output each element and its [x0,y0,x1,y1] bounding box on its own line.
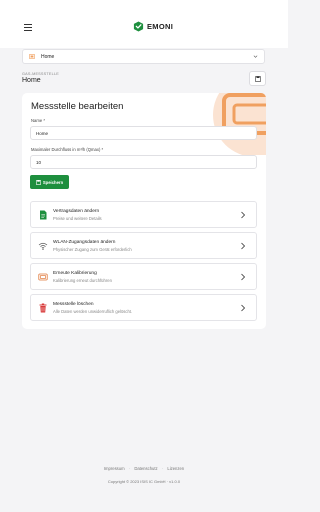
action-title: WLAN-Zugangsdaten ändern [53,240,116,245]
emoni-logo-icon [133,21,144,32]
meter-decoration-icon [213,93,266,155]
header-save-button[interactable] [249,71,266,86]
section-label: GAS-MESSSTELLE [22,72,59,76]
footer-separator: · [161,466,164,471]
action-subtitle: Alle Daten werden unwiderruflich gelösch… [53,309,133,314]
chevron-down-icon [253,55,258,58]
chevron-right-icon [241,211,246,219]
version-text: v1.0.0 [169,479,181,484]
chevron-right-icon [241,242,246,250]
card-title: Messstelle bearbeiten [31,101,124,112]
wifi-icon [38,242,48,250]
edit-card: Messstelle bearbeiten Name * Maximaler D… [22,93,266,329]
action-calibration[interactable]: Erneute Kalibrierung Kalibrierung erneut… [30,263,257,290]
flow-label: Maximaler Durchfluss in m³/h (Qmax) * [31,147,104,152]
page-title: Home [22,77,41,84]
flow-field[interactable] [30,155,257,169]
footer-copyright: Copyright © 2023 ISIS IC GmbH · v1.0.0 [0,479,288,484]
action-delete[interactable]: Messstelle löschen Alle Daten werden unw… [30,294,257,321]
name-label: Name * [31,118,45,123]
footer-link-datenschutz[interactable]: Datenschutz [134,466,157,471]
footer-separator: · [166,479,169,484]
save-button-label: Speichern [42,179,64,185]
footer-link-lizenzen[interactable]: Lizenzen [167,466,184,471]
calibration-icon [38,273,48,281]
action-wifi[interactable]: WLAN-Zugangsdaten ändern Physischer Zuga… [30,232,257,259]
chevron-right-icon [241,304,246,312]
action-title: Messstelle löschen [53,302,94,307]
copyright-text: Copyright © 2023 ISIS IC GmbH [107,479,166,484]
save-icon [254,75,261,82]
action-subtitle: Kalibrierung erneut durchführen [53,278,112,283]
save-icon [35,179,41,185]
name-field[interactable] [30,126,257,140]
hamburger-icon[interactable] [24,24,32,33]
location-select[interactable]: Home [22,49,265,64]
home-icon [29,54,35,59]
top-bar: EMONI [0,0,288,48]
trash-icon [39,303,47,313]
footer-separator: · [128,466,131,471]
footer-links: Impressum · Datenschutz · Lizenzen [0,466,288,471]
contract-document-icon [40,210,47,220]
save-button[interactable]: Speichern [30,175,69,189]
brand[interactable]: EMONI [133,21,173,32]
chevron-right-icon [241,273,246,281]
action-title: Vertragsdaten ändern [53,209,100,214]
action-contract[interactable]: Vertragsdaten ändern Preise und weitere … [30,201,257,228]
action-title: Erneute Kalibrierung [53,271,97,276]
footer-link-impressum[interactable]: Impressum [104,466,125,471]
action-subtitle: Preise und weitere Details [53,216,102,221]
action-subtitle: Physischer Zugang zum Gerät erforderlich [53,247,132,252]
brand-name: EMONI [147,22,174,31]
location-select-value: Home [41,53,55,60]
